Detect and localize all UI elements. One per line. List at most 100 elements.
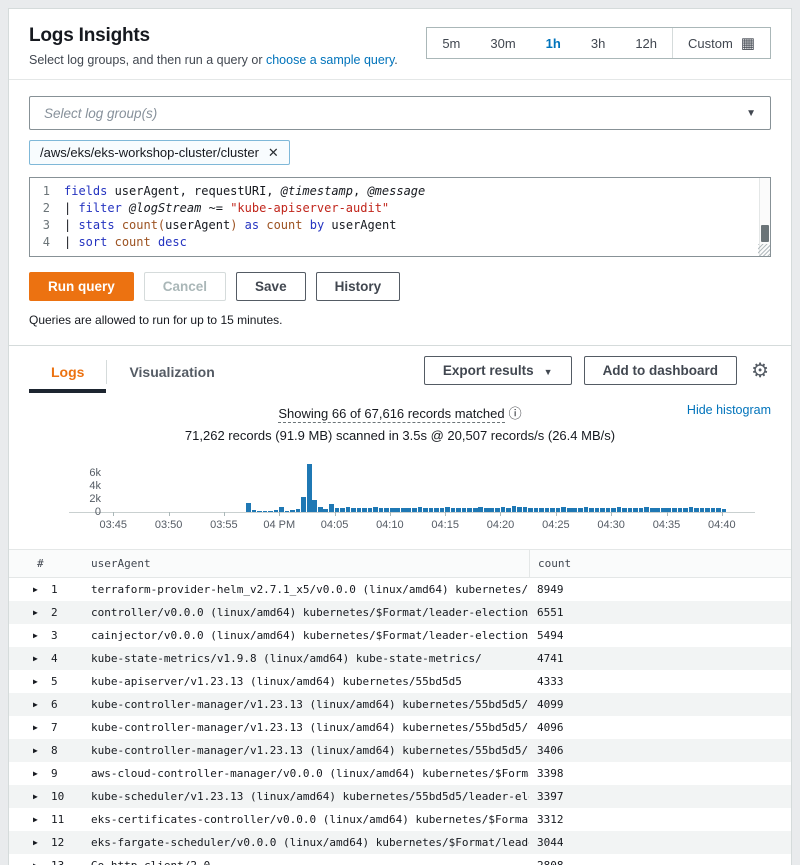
table-row[interactable]: ▶3cainjector/v0.0.0 (linux/amd64) kubern… [9,624,791,647]
expand-row-icon[interactable]: ▶ [29,746,51,755]
histogram-bar [595,508,600,512]
tab-logs[interactable]: Logs [29,356,106,392]
histogram-bar [346,507,351,512]
row-index: 13 [51,859,91,865]
histogram-bar [301,497,306,512]
subtitle-text: Select log groups, and then run a query … [29,53,266,67]
histogram-bar [368,508,373,512]
table-row[interactable]: ▶4kube-state-metrics/v1.9.8 (linux/amd64… [9,647,791,670]
column-header-useragent[interactable]: userAgent [91,557,529,570]
histogram-bar [384,508,389,512]
expand-row-icon[interactable]: ▶ [29,654,51,663]
expand-row-icon[interactable]: ▶ [29,723,51,732]
table-row[interactable]: ▶9aws-cloud-controller-manager/v0.0.0 (l… [9,762,791,785]
useragent-cell: cainjector/v0.0.0 (linux/amd64) kubernet… [91,629,529,642]
remove-log-group-icon[interactable]: ✕ [268,146,279,159]
expand-row-icon[interactable]: ▶ [29,677,51,686]
histogram-bar [512,506,517,512]
x-axis-tick [445,512,446,516]
results-tabs-row: Logs Visualization Export results▼ Add t… [9,346,791,393]
expand-row-icon[interactable]: ▶ [29,769,51,778]
query-section: Select log group(s) ▼ /aws/eks/eks-works… [9,80,791,345]
table-row[interactable]: ▶10kube-scheduler/v1.23.13 (linux/amd64)… [9,785,791,808]
x-axis-label: 04:40 [708,519,736,531]
hide-histogram-link[interactable]: Hide histogram [687,403,771,417]
column-header-count[interactable]: count [529,550,791,577]
expand-row-icon[interactable]: ▶ [29,861,51,865]
count-cell: 4741 [529,652,791,665]
add-to-dashboard-button[interactable]: Add to dashboard [584,356,738,385]
expand-row-icon[interactable]: ▶ [29,792,51,801]
useragent-cell: kube-apiserver/v1.23.13 (linux/amd64) ku… [91,675,529,688]
table-row[interactable]: ▶2controller/v0.0.0 (linux/amd64) kubern… [9,601,791,624]
save-button[interactable]: Save [236,272,306,301]
query-editor[interactable]: 1fields userAgent, requestURI, @timestam… [29,177,771,257]
histogram-bar [456,508,461,512]
run-query-button[interactable]: Run query [29,272,134,301]
count-cell: 6551 [529,606,791,619]
histogram-bar [534,508,539,512]
histogram-bar [561,507,566,512]
log-group-chip-label: /aws/eks/eks-workshop-cluster/cluster [40,145,259,160]
expand-row-icon[interactable]: ▶ [29,838,51,847]
table-row[interactable]: ▶6kube-controller-manager/v1.23.13 (linu… [9,693,791,716]
time-range-1h[interactable]: 1h [531,28,576,58]
log-group-select[interactable]: Select log group(s) ▼ [29,96,771,130]
useragent-cell: kube-controller-manager/v1.23.13 (linux/… [91,698,529,711]
expand-row-icon[interactable]: ▶ [29,585,51,594]
tab-visualization[interactable]: Visualization [107,356,236,392]
sample-query-link[interactable]: choose a sample query [266,53,394,67]
info-icon[interactable]: ⓘ [509,406,522,421]
export-results-button[interactable]: Export results▼ [424,356,572,385]
row-index: 4 [51,652,91,665]
count-cell: 3398 [529,767,791,780]
row-index: 8 [51,744,91,757]
results-table: # userAgent count ▶1terraform-provider-h… [9,549,791,865]
time-range-5m[interactable]: 5m [427,28,475,58]
expand-row-icon[interactable]: ▶ [29,815,51,824]
query-line: 3| stats count(userAgent) as count by us… [30,217,754,234]
histogram-bar [633,508,638,512]
column-header-index[interactable]: # [29,557,91,570]
time-range-custom[interactable]: Custom▦ [673,28,770,58]
time-range-30m[interactable]: 30m [475,28,530,58]
log-group-placeholder: Select log group(s) [44,106,157,121]
history-button[interactable]: History [316,272,401,301]
editor-resize-handle[interactable] [758,244,770,256]
gear-icon[interactable]: ⚙ [749,361,771,381]
histogram-bar [379,508,384,512]
histogram-bar [694,508,699,512]
time-range-12h[interactable]: 12h [620,28,672,58]
histogram-bar [716,508,721,512]
query-line: 4| sort count desc [30,234,754,251]
histogram-bar [578,508,583,512]
table-row[interactable]: ▶12eks-fargate-scheduler/v0.0.0 (linux/a… [9,831,791,854]
useragent-cell: terraform-provider-helm_v2.7.1_x5/v0.0.0… [91,583,529,596]
header-text: Logs Insights Select log groups, and the… [29,25,398,67]
histogram-bar [617,507,622,512]
expand-row-icon[interactable]: ▶ [29,608,51,617]
x-axis-label: 04:15 [431,519,459,531]
query-code: | sort count desc [64,234,187,251]
x-axis-label: 03:50 [155,519,183,531]
time-range-3h[interactable]: 3h [576,28,620,58]
histogram-bar [523,507,528,512]
table-row[interactable]: ▶13Go-http-client/2.02808 [9,854,791,865]
histogram-plot-area[interactable]: 02k4k6k03:4503:5003:5504 PM04:0504:1004:… [69,461,755,513]
histogram-bar [705,508,710,512]
histogram-bar [650,508,655,512]
table-row[interactable]: ▶7kube-controller-manager/v1.23.13 (linu… [9,716,791,739]
table-row[interactable]: ▶1terraform-provider-helm_v2.7.1_x5/v0.0… [9,578,791,601]
table-row[interactable]: ▶11eks-certificates-controller/v0.0.0 (l… [9,808,791,831]
histogram-bar [683,508,688,512]
expand-row-icon[interactable]: ▶ [29,700,51,709]
expand-row-icon[interactable]: ▶ [29,631,51,640]
logs-insights-page: Logs Insights Select log groups, and the… [8,8,792,865]
useragent-cell: aws-cloud-controller-manager/v0.0.0 (lin… [91,767,529,780]
editor-scrollbar-thumb[interactable] [761,225,769,242]
table-row[interactable]: ▶5kube-apiserver/v1.23.13 (linux/amd64) … [9,670,791,693]
histogram-bar [700,508,705,512]
histogram-bar [678,508,683,512]
histogram-bar [478,507,483,512]
table-row[interactable]: ▶8kube-controller-manager/v1.23.13 (linu… [9,739,791,762]
